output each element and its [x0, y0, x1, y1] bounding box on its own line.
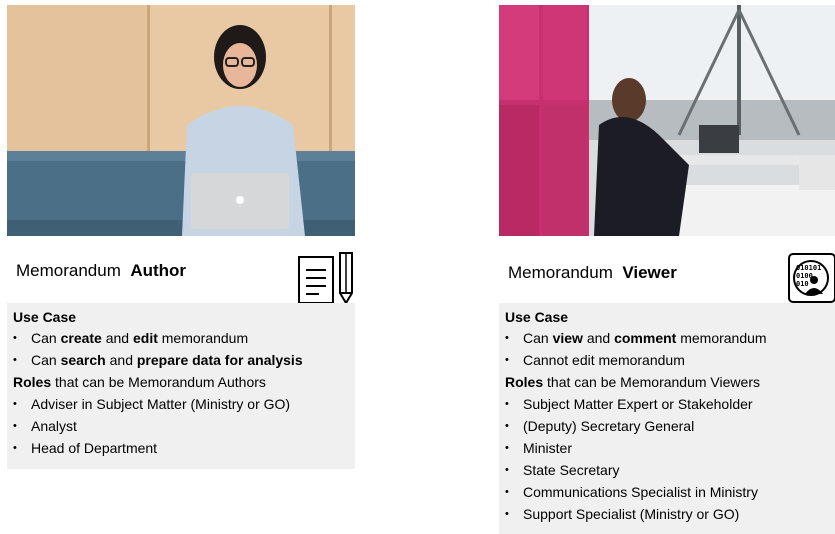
viewer-title-prefix: Memorandum: [508, 263, 613, 282]
author-roles-heading: Roles that can be Memorandum Authors: [13, 374, 266, 390]
list-item: Can view and comment memorandum: [505, 327, 829, 349]
list-item: Can search and prepare data for analysis: [13, 349, 349, 371]
author-use-case-heading: Use Case: [13, 309, 77, 325]
viewer-title-bold: Viewer: [622, 263, 677, 282]
list-item: Head of Department: [13, 437, 349, 459]
viewer-roles-list: Subject Matter Expert or Stakeholder (De…: [505, 393, 829, 525]
author-use-case-list: Can create and edit memorandum Can searc…: [13, 327, 349, 371]
svg-text:010: 010: [796, 280, 809, 288]
author-roles-list: Adviser in Subject Matter (Ministry or G…: [13, 393, 349, 459]
viewer-use-case-list: Can view and comment memorandum Cannot e…: [505, 327, 829, 371]
list-item: Subject Matter Expert or Stakeholder: [505, 393, 829, 415]
author-title-prefix: Memorandum: [16, 261, 121, 280]
list-item: Communications Specialist in Ministry: [505, 481, 829, 503]
viewer-photo: [499, 5, 835, 236]
author-photo: [7, 5, 355, 236]
viewer-roles-heading: Roles that can be Memorandum Viewers: [505, 374, 760, 390]
document-pencil-icon: [297, 251, 355, 307]
viewer-panel: Use Case Can view and comment memorandum…: [499, 303, 835, 534]
viewer-use-case-heading: Use Case: [505, 309, 569, 325]
author-panel: Use Case Can create and edit memorandum …: [7, 303, 355, 469]
author-title: Memorandum Author: [16, 261, 186, 281]
list-item: Minister: [505, 437, 829, 459]
author-title-bold: Author: [130, 261, 187, 280]
binary-person-icon: 010101 0100 010: [787, 252, 835, 304]
list-item: Cannot edit memorandum: [505, 349, 829, 371]
viewer-title: Memorandum Viewer: [508, 263, 677, 283]
list-item: (Deputy) Secretary General: [505, 415, 829, 437]
list-item: Analyst: [13, 415, 349, 437]
list-item: Support Specialist (Ministry or GO): [505, 503, 829, 525]
svg-text:010101: 010101: [796, 264, 821, 272]
list-item: Adviser in Subject Matter (Ministry or G…: [13, 393, 349, 415]
list-item: State Secretary: [505, 459, 829, 481]
list-item: Can create and edit memorandum: [13, 327, 349, 349]
